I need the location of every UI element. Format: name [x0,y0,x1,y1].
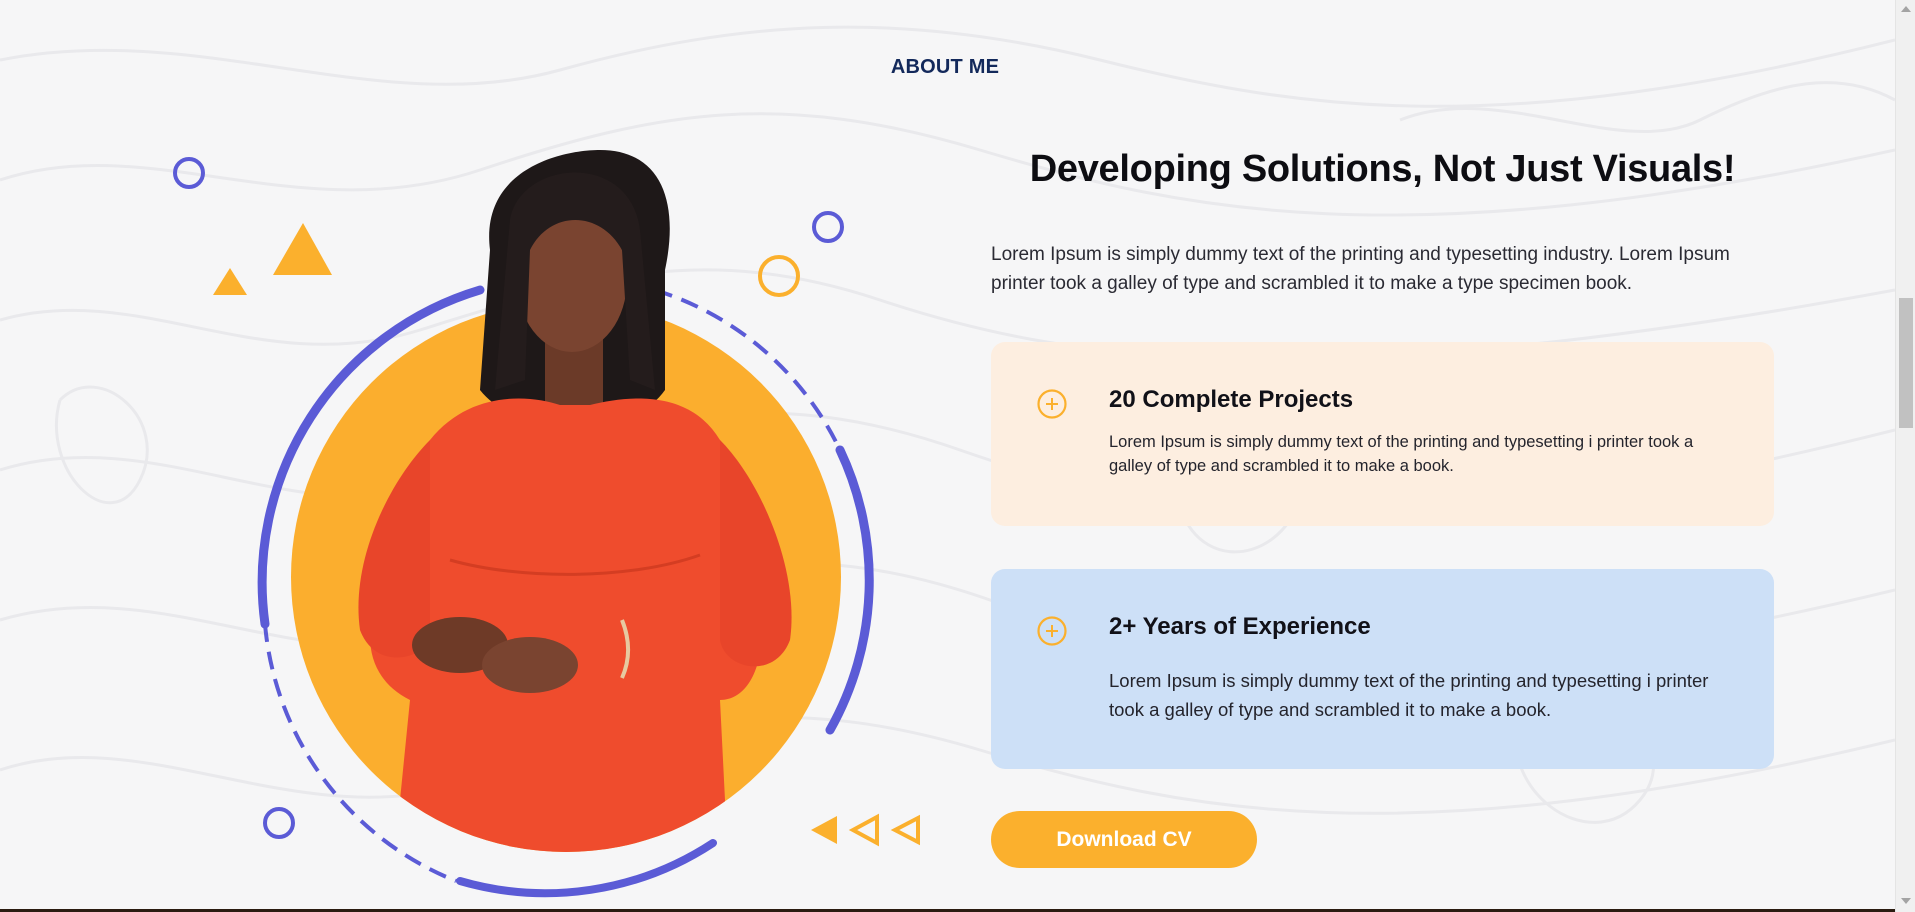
decor-circle-icon [173,157,205,189]
plus-circle-icon [1037,616,1067,646]
scroll-down-arrow-icon[interactable] [1901,898,1911,904]
arrow-left-icon [890,814,920,846]
about-intro: Lorem Ipsum is simply dummy text of the … [991,244,1730,294]
about-headline: Developing Solutions, Not Just Visuals! [1029,148,1736,190]
download-cv-button[interactable]: Download CV [991,811,1257,868]
stat-card-projects: 20 Complete Projects Lorem Ipsum is simp… [991,342,1774,526]
triangle-icon [273,223,332,275]
portrait-illustration [173,150,920,898]
scrollbar-thumb[interactable] [1899,298,1913,428]
scroll-up-arrow-icon[interactable] [1901,6,1911,12]
about-page: ABOUT ME Developing Solutions, Not Just … [0,0,1915,912]
card-text: Lorem Ipsum is simply dummy text of the … [1109,670,1709,720]
vertical-scrollbar[interactable] [1895,0,1915,912]
decor-circle-icon [263,807,295,839]
card-title: 2+ Years of Experience [1109,613,1371,640]
arrow-left-icon [811,816,837,844]
triangle-icon [213,268,247,295]
section-label: ABOUT ME [890,56,1000,78]
stat-card-experience: 2+ Years of Experience Lorem Ipsum is si… [991,569,1774,769]
card-title: 20 Complete Projects [1109,386,1354,413]
decor-circle-icon [758,255,800,297]
card-text: Lorem Ipsum is simply dummy text of the … [1109,433,1694,475]
plus-circle-icon [1037,389,1067,419]
arrow-left-icon [848,813,879,847]
decor-circle-icon [812,211,844,243]
